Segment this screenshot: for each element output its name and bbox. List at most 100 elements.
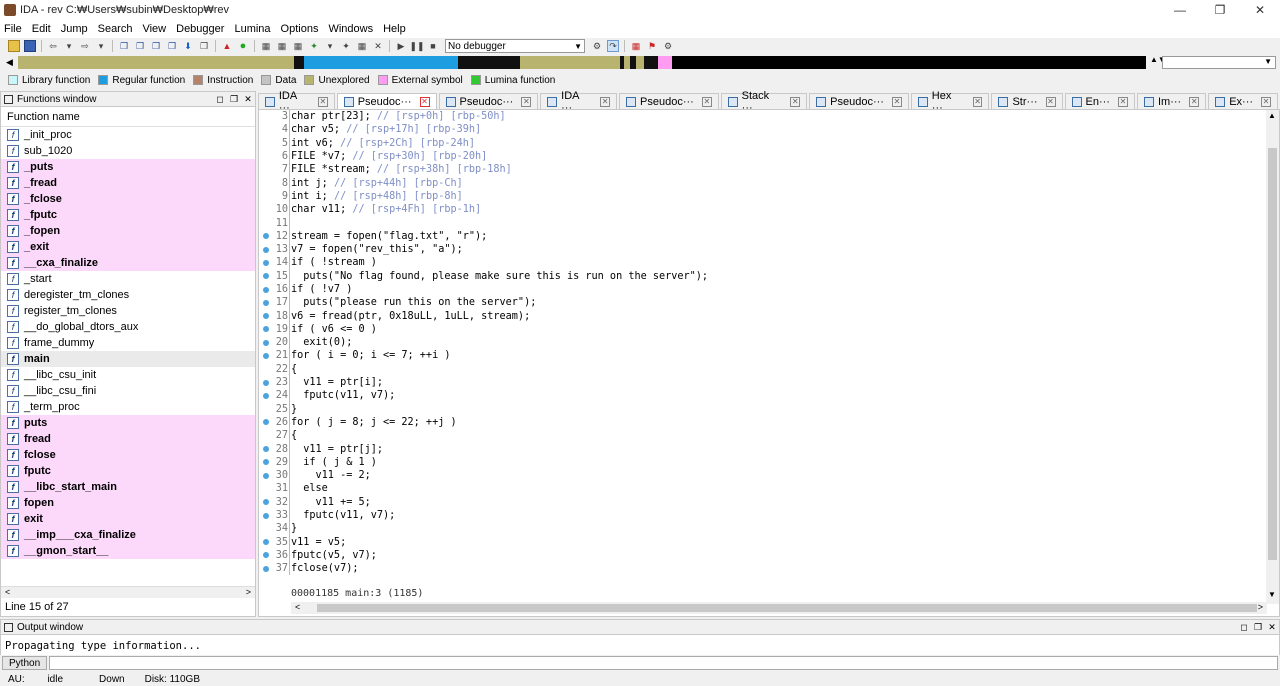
- function-row[interactable]: f _fopen: [1, 223, 255, 239]
- view-tab[interactable]: IDA ··· ✕: [540, 90, 618, 114]
- tab-close-icon[interactable]: ✕: [419, 96, 430, 107]
- menu-debugger[interactable]: Debugger: [172, 23, 228, 35]
- nav-left-icon[interactable]: ◀: [6, 57, 13, 68]
- breakpoint-dot-icon[interactable]: [259, 565, 273, 572]
- code-line[interactable]: 16 if ( !v7 ): [259, 282, 1267, 297]
- breakpoint-dot-icon[interactable]: [259, 273, 273, 280]
- code-line[interactable]: 35 v11 = v5;: [259, 535, 1267, 549]
- code-line[interactable]: 17 puts("please run this on the server")…: [259, 296, 1267, 310]
- code-hscrollbar[interactable]: < >: [291, 602, 1267, 614]
- function-row[interactable]: f fputc: [1, 463, 255, 479]
- breakpoint-dot-icon[interactable]: [259, 246, 273, 253]
- breakpoint-dot-icon[interactable]: [259, 352, 273, 359]
- code-line[interactable]: 29 if ( j & 1 ): [259, 455, 1267, 470]
- save-icon[interactable]: [24, 40, 36, 52]
- code-line[interactable]: 31 else: [259, 482, 1267, 496]
- function-row[interactable]: f _start: [1, 271, 255, 287]
- view-tab[interactable]: Ex··· ✕: [1208, 93, 1279, 109]
- code-line[interactable]: 3 char ptr[23]; // [rsp+0h] [rbp-50h]: [259, 110, 1267, 124]
- paste-icon[interactable]: ❐: [134, 40, 146, 52]
- close-icon[interactable]: ✕: [1240, 0, 1280, 20]
- menu-lumina[interactable]: Lumina: [230, 23, 274, 35]
- string-icon[interactable]: ▦: [292, 40, 304, 52]
- breakpoint-dot-icon[interactable]: [259, 419, 273, 426]
- pane-close-icon[interactable]: ✕: [1265, 622, 1279, 633]
- code-line[interactable]: 11: [259, 216, 1267, 230]
- code-line[interactable]: 22{: [259, 362, 1267, 376]
- function-row[interactable]: f __gmon_start__: [1, 543, 255, 559]
- tab-close-icon[interactable]: ✕: [521, 96, 532, 107]
- view-tab[interactable]: En··· ✕: [1064, 93, 1135, 109]
- function-row[interactable]: f __libc_csu_fini: [1, 383, 255, 399]
- breakpoint-dot-icon[interactable]: [259, 539, 273, 546]
- tab-close-icon[interactable]: ✕: [1261, 96, 1272, 107]
- menu-options[interactable]: Options: [277, 23, 323, 35]
- code-line[interactable]: 9 int i; // [rsp+48h] [rbp-8h]: [259, 189, 1267, 204]
- function-row[interactable]: f main: [1, 351, 255, 367]
- function-row[interactable]: f _fclose: [1, 191, 255, 207]
- breakpoint-dot-icon[interactable]: [259, 379, 273, 386]
- breakpoint-dot-icon[interactable]: [259, 233, 273, 240]
- function-row[interactable]: f fopen: [1, 495, 255, 511]
- code-line[interactable]: 13 v7 = fopen("rev_this", "a");: [259, 242, 1267, 257]
- search-text-icon[interactable]: ❐: [150, 40, 162, 52]
- jump-down-icon[interactable]: ⬇: [182, 40, 194, 52]
- tab-close-icon[interactable]: ✕: [972, 96, 983, 107]
- tab-close-icon[interactable]: ✕: [1189, 96, 1200, 107]
- code-line[interactable]: 34}: [259, 522, 1267, 536]
- code-vscrollbar[interactable]: ▲ ▼: [1266, 110, 1279, 604]
- function-row[interactable]: f exit: [1, 511, 255, 527]
- pseudocode-view[interactable]: 3 char ptr[23]; // [rsp+0h] [rbp-50h] 4 cha…: [258, 109, 1280, 617]
- view-tab[interactable]: Pseudoc··· ✕: [809, 93, 909, 109]
- enum-icon[interactable]: ✦: [340, 40, 352, 52]
- breakpoint-dot-icon[interactable]: [259, 446, 273, 453]
- function-row[interactable]: f _exit: [1, 239, 255, 255]
- function-row[interactable]: f _init_proc: [1, 127, 255, 143]
- pause-icon[interactable]: ❚❚: [409, 40, 424, 52]
- function-row[interactable]: f __libc_start_main: [1, 479, 255, 495]
- search-binary-icon[interactable]: ❐: [166, 40, 178, 52]
- breakpoint-dot-icon[interactable]: [259, 392, 273, 399]
- code-line[interactable]: 18 v6 = fread(ptr, 0x18uLL, 1uLL, stream)…: [259, 309, 1267, 323]
- code-line[interactable]: 24 fputc(v11, v7);: [259, 389, 1267, 403]
- code-vscroll-thumb[interactable]: [1268, 148, 1277, 560]
- pane-float-icon[interactable]: ❐: [227, 94, 241, 105]
- code-line[interactable]: 26 for ( j = 8; j <= 22; ++j ): [259, 415, 1267, 430]
- code-line[interactable]: 28 v11 = ptr[j];: [259, 442, 1267, 456]
- mark-icon[interactable]: ❐: [198, 40, 210, 52]
- pane-restore-icon[interactable]: ◻: [1237, 622, 1251, 633]
- struct-dropdown-icon[interactable]: ▾: [324, 40, 336, 52]
- breakpoint-dot-icon[interactable]: [259, 313, 273, 320]
- python-input[interactable]: [49, 656, 1278, 670]
- struct-icon[interactable]: ✦: [308, 40, 320, 52]
- code-line[interactable]: 36 fputc(v5, v7);: [259, 548, 1267, 563]
- start-debug-icon[interactable]: ▶: [395, 40, 407, 52]
- pane-float-icon[interactable]: ❐: [1251, 622, 1265, 633]
- breakpoint-dot-icon[interactable]: [259, 299, 273, 306]
- scroll-up-icon[interactable]: ▲: [1268, 111, 1276, 120]
- code-area[interactable]: 3 char ptr[23]; // [rsp+0h] [rbp-50h] 4 cha…: [259, 110, 1267, 586]
- scroll-down-icon[interactable]: ▼: [1268, 590, 1276, 599]
- forward-icon[interactable]: ⇨: [79, 40, 91, 52]
- tab-close-icon[interactable]: ✕: [891, 96, 902, 107]
- code-line[interactable]: 30 v11 -= 2;: [259, 469, 1267, 483]
- back-icon[interactable]: ⇦: [47, 40, 59, 52]
- function-name-column-header[interactable]: Function name: [1, 107, 255, 127]
- functions-window-titlebar[interactable]: Functions window ◻ ❐ ✕: [1, 92, 255, 107]
- view-tab[interactable]: Pseudoc··· ✕: [336, 93, 437, 109]
- undefine-icon[interactable]: ✕: [372, 40, 384, 52]
- view-tab[interactable]: Pseudoc··· ✕: [438, 93, 539, 109]
- attach-icon[interactable]: ↷: [607, 40, 619, 52]
- scroll-right-icon[interactable]: >: [246, 587, 251, 597]
- tab-close-icon[interactable]: ✕: [600, 96, 611, 107]
- code-line[interactable]: 32 v11 += 5;: [259, 495, 1267, 509]
- breakpoint-dot-icon[interactable]: [259, 499, 273, 506]
- view-tab[interactable]: Stack ··· ✕: [720, 90, 808, 114]
- view-tab[interactable]: Pseudoc··· ✕: [619, 93, 719, 109]
- navigation-band[interactable]: ◀ ▲▼ ▼: [0, 55, 1280, 71]
- open-icon[interactable]: [8, 40, 20, 52]
- function-row[interactable]: f register_tm_clones: [1, 303, 255, 319]
- view-tab[interactable]: Hex ··· ✕: [910, 90, 990, 114]
- segment-icon[interactable]: ▦: [356, 40, 368, 52]
- scroll-right-icon[interactable]: >: [1258, 602, 1263, 612]
